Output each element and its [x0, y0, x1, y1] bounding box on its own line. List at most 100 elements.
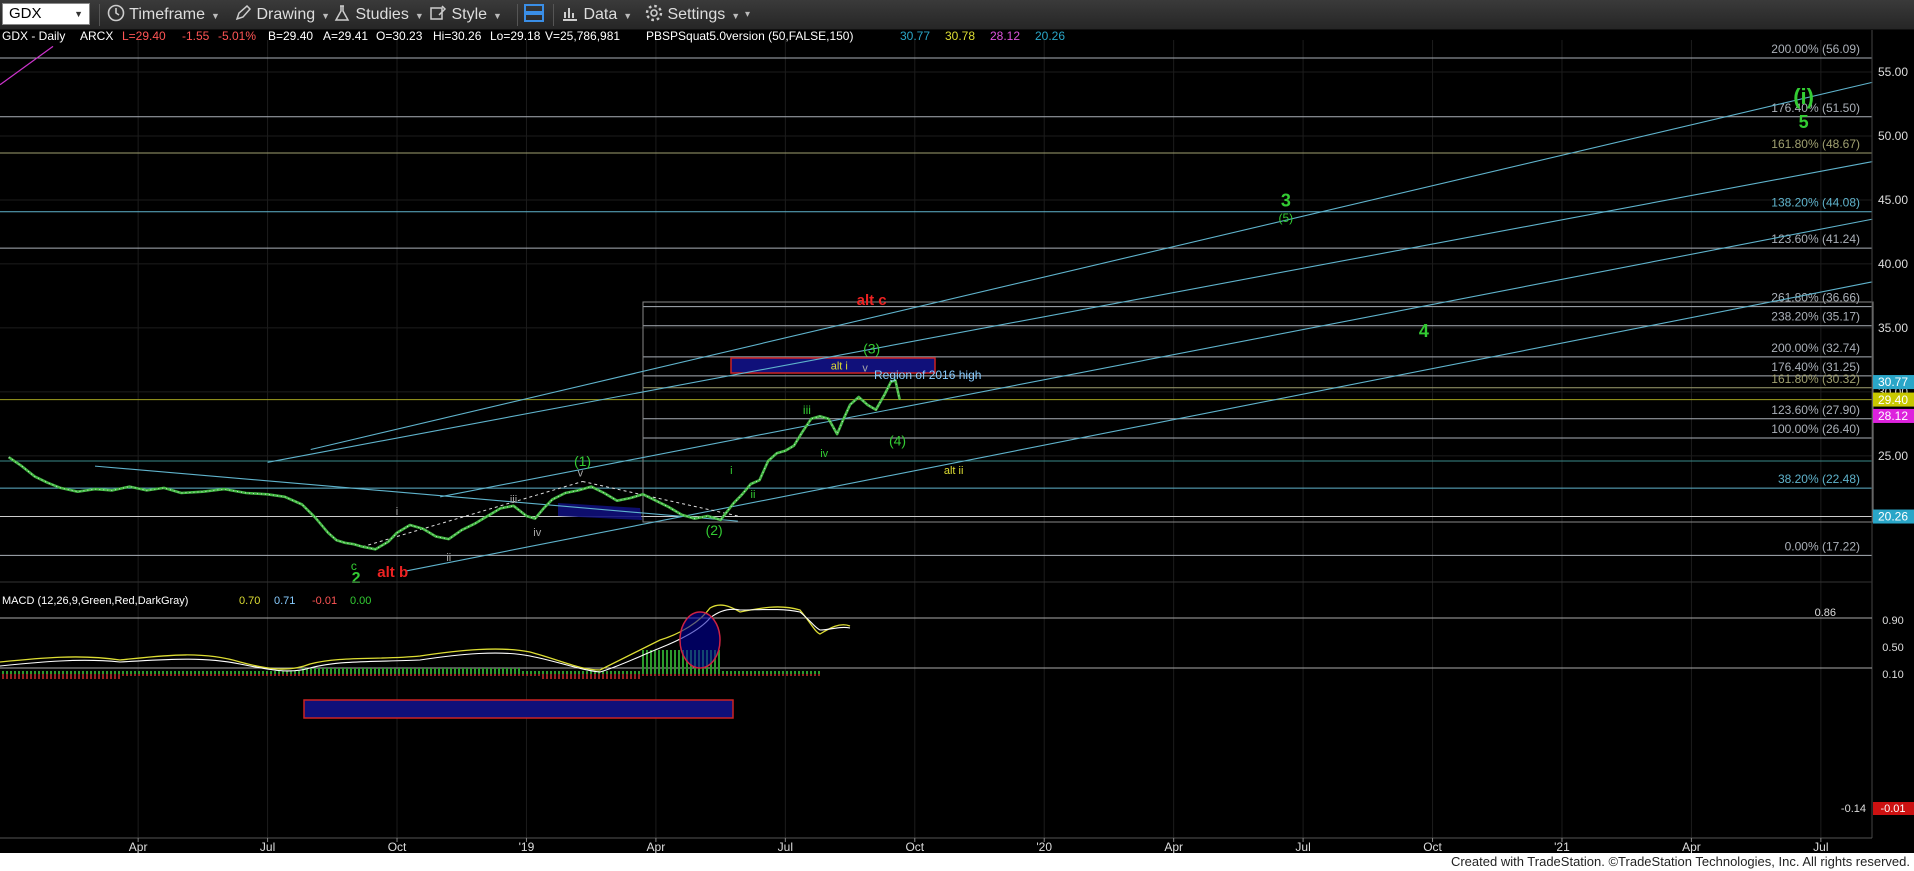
macd-bar: [542, 674, 544, 679]
pencil-icon: [235, 4, 252, 21]
macd-bar: [590, 671, 592, 674]
wave-label: alt c: [857, 292, 887, 309]
macd-bar: [646, 674, 648, 676]
macd-bar: [34, 674, 36, 679]
macd-bar: [30, 671, 32, 674]
macd-bar: [158, 671, 160, 674]
macd-bar: [318, 674, 320, 676]
macd-bar: [742, 674, 744, 676]
macd-bar: [790, 671, 792, 674]
macd-bar: [558, 671, 560, 674]
symbol-selector[interactable]: GDX ▼: [2, 3, 90, 25]
macd-bar: [198, 674, 200, 676]
macd-bar: [650, 650, 652, 674]
wave-label: 3: [1281, 190, 1291, 210]
last-price: L=29.40: [122, 30, 166, 43]
footer: Created with TradeStation. ©TradeStation…: [0, 853, 1914, 871]
macd-bar: [498, 668, 500, 674]
macd-bar: [394, 674, 396, 676]
macd-bar: [430, 674, 432, 676]
channel-lines: [0, 45, 1873, 572]
style-menu[interactable]: Style ▼: [429, 0, 502, 30]
macd-bar: [802, 671, 804, 674]
x-tick-label: Jul: [778, 840, 793, 853]
macd-line: [0, 604, 851, 671]
macd-bar: [242, 674, 244, 676]
fib-label: 161.80% (30.32): [1771, 372, 1860, 386]
macd-bar: [782, 674, 784, 676]
macd-bar: [530, 674, 532, 676]
macd-bar: [178, 674, 180, 676]
macd-bar: [562, 671, 564, 674]
macd-bar: [606, 674, 608, 679]
macd-bar: [650, 674, 652, 676]
macd-bar: [814, 674, 816, 676]
price-chart[interactable]: 200.00% (56.09)176.40% (51.50)161.80% (4…: [0, 30, 1914, 853]
macd-bar: [226, 674, 228, 676]
macd-bar: [458, 668, 460, 674]
chart-annotations: [303, 301, 1874, 719]
toolbar-divider: [517, 4, 518, 26]
macd-bar: [670, 674, 672, 676]
macd-bar: [586, 674, 588, 679]
macd-bar: [126, 674, 128, 676]
timeframe-menu[interactable]: Timeframe ▼: [107, 0, 220, 30]
macd-bar: [322, 674, 324, 676]
macd-bar: [554, 671, 556, 674]
layout-button[interactable]: [523, 0, 545, 30]
macd-bar: [86, 671, 88, 674]
wave-label: (2): [706, 522, 723, 538]
macd-bar: [738, 671, 740, 674]
macd-bar: [754, 674, 756, 676]
macd-bar: [82, 674, 84, 679]
macd-bar: [378, 668, 380, 674]
fib-label: 123.60% (27.90): [1771, 403, 1860, 417]
study-value-2: 30.78: [945, 30, 975, 43]
macd-bar: [362, 668, 364, 674]
x-tick-label: Oct: [388, 840, 407, 853]
style-icon: [430, 5, 447, 20]
wave-label: iii: [803, 403, 811, 417]
settings-menu[interactable]: Settings ▼: [645, 0, 740, 30]
macd-bar: [714, 674, 716, 676]
macd-bar: [394, 668, 396, 674]
macd-bar: [502, 668, 504, 674]
data-menu[interactable]: Data ▼: [561, 0, 632, 30]
macd-bar: [566, 674, 568, 679]
low-price: Lo=29.18: [490, 30, 541, 43]
macd-bar: [238, 674, 240, 676]
macd-bar: [574, 671, 576, 674]
y-tick-label: 40.00: [1878, 257, 1908, 271]
macd-bar: [426, 674, 428, 676]
macd-bar: [314, 668, 316, 674]
price-series: [7, 379, 901, 551]
macd-bar: [2, 671, 4, 674]
exchange-label: ARCX: [80, 30, 113, 43]
x-tick-label: '20: [1036, 840, 1052, 853]
macd-bar: [766, 674, 768, 676]
macd-bar: [86, 674, 88, 679]
macd-bar: [478, 674, 480, 676]
macd-bar: [50, 671, 52, 674]
macd-bar: [774, 671, 776, 674]
macd-bar: [14, 671, 16, 674]
macd-signal-line: [0, 608, 851, 673]
studies-menu[interactable]: Studies ▼: [333, 0, 424, 30]
macd-bar: [378, 674, 380, 676]
overflow-icon[interactable]: ▾: [745, 0, 750, 30]
macd-bar: [94, 671, 96, 674]
macd-bar: [98, 674, 100, 679]
drawing-menu[interactable]: Drawing ▼: [234, 0, 330, 30]
x-tick-label: Apr: [1164, 840, 1183, 853]
study-value-4: 20.26: [1035, 30, 1065, 43]
macd-bar: [202, 674, 204, 676]
macd-bar: [218, 671, 220, 674]
macd-bar: [266, 671, 268, 674]
macd-bar: [46, 674, 48, 679]
macd-bar: [666, 650, 668, 674]
macd-bar: [106, 674, 108, 679]
ask-price: A=29.41: [323, 30, 368, 43]
macd-bar: [258, 671, 260, 674]
wave-label: iii: [510, 494, 517, 506]
macd-tag-1: -0.14: [1841, 803, 1866, 815]
